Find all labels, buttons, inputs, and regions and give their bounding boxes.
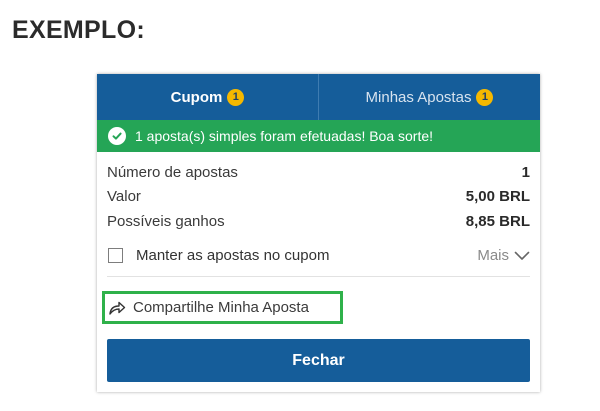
success-message: 1 aposta(s) simples foram efetuadas! Boa… bbox=[135, 128, 434, 144]
tab-cupom-badge: 1 bbox=[227, 88, 245, 106]
summary-row-winnings: Possíveis ganhos 8,85 BRL bbox=[107, 209, 530, 234]
tab-minhas-apostas-badge: 1 bbox=[476, 88, 494, 106]
share-arrow-icon bbox=[109, 301, 126, 315]
tab-cupom-label: Cupom bbox=[170, 88, 223, 106]
more-label: Mais bbox=[477, 247, 509, 264]
chevron-down-icon bbox=[514, 251, 530, 260]
num-bets-value: 1 bbox=[521, 163, 530, 181]
tab-minhas-apostas-label: Minhas Apostas bbox=[365, 88, 472, 106]
bet-summary: Número de apostas 1 Valor 5,00 BRL Possí… bbox=[97, 152, 540, 274]
tab-cupom[interactable]: Cupom 1 bbox=[97, 74, 319, 120]
check-circle-icon bbox=[108, 127, 126, 145]
close-button[interactable]: Fechar bbox=[107, 339, 530, 382]
share-label: Compartilhe Minha Aposta bbox=[133, 299, 309, 316]
success-banner: 1 aposta(s) simples foram efetuadas! Boa… bbox=[97, 120, 540, 152]
keep-bets-row: Manter as apostas no cupom Mais bbox=[107, 238, 530, 274]
summary-row-num-bets: Número de apostas 1 bbox=[107, 160, 530, 185]
divider bbox=[107, 275, 530, 277]
bet-slip-tabs: Cupom 1 Minhas Apostas 1 bbox=[97, 74, 540, 120]
keep-bets-control[interactable]: Manter as apostas no cupom bbox=[107, 247, 329, 264]
page-heading: EXEMPLO: bbox=[12, 16, 145, 44]
tab-minhas-apostas[interactable]: Minhas Apostas 1 bbox=[319, 74, 540, 120]
share-bet-button[interactable]: Compartilhe Minha Aposta bbox=[102, 291, 343, 324]
keep-bets-checkbox[interactable] bbox=[108, 248, 123, 263]
close-label: Fechar bbox=[292, 351, 345, 369]
bet-slip-panel: Cupom 1 Minhas Apostas 1 1 aposta(s) sim… bbox=[97, 74, 540, 392]
stake-label: Valor bbox=[107, 188, 141, 206]
more-toggle[interactable]: Mais bbox=[477, 247, 530, 264]
winnings-label: Possíveis ganhos bbox=[107, 212, 225, 230]
stake-value: 5,00 BRL bbox=[465, 188, 530, 206]
summary-row-stake: Valor 5,00 BRL bbox=[107, 185, 530, 210]
num-bets-label: Número de apostas bbox=[107, 163, 238, 181]
winnings-value: 8,85 BRL bbox=[465, 212, 530, 230]
keep-bets-label: Manter as apostas no cupom bbox=[136, 247, 330, 264]
